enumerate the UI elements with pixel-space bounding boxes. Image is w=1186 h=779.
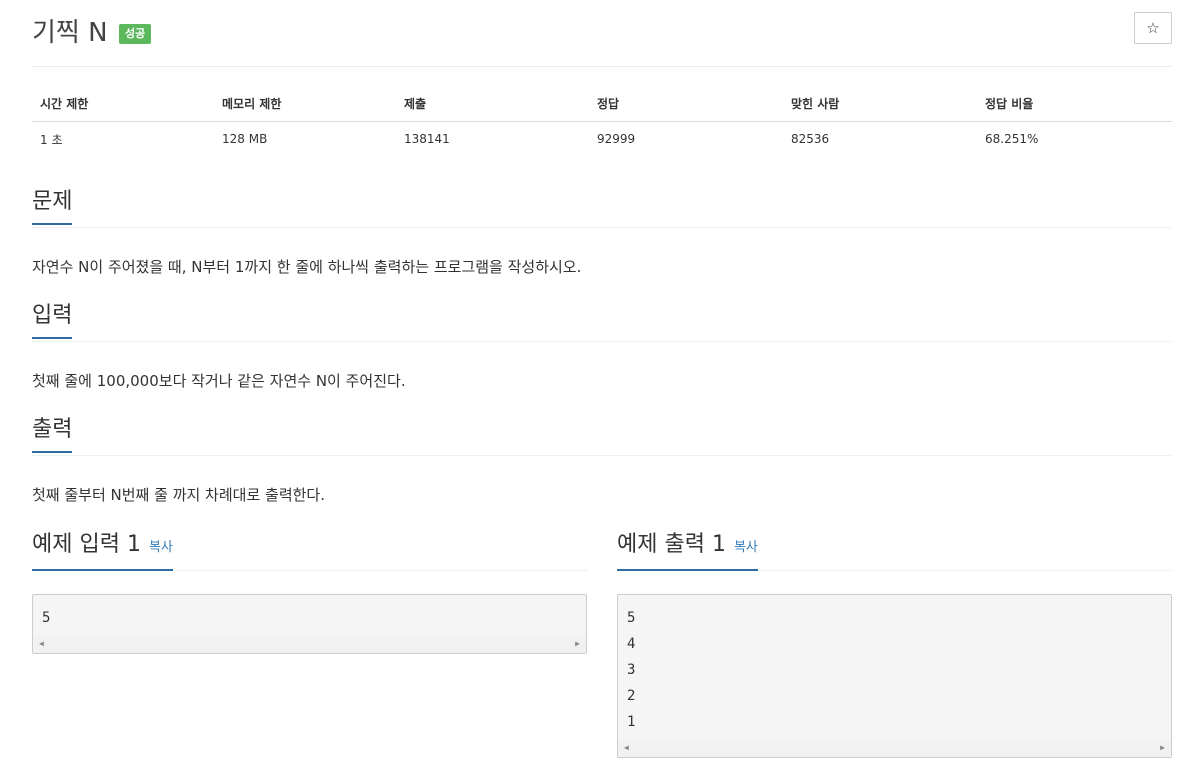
column-header-accepted: 정답 [589,86,783,122]
sample-output-box[interactable]: 5 4 3 2 1 ◀ ▶ [617,594,1172,758]
sample-output-title: 예제 출력 1 [617,532,726,557]
sample-input-box[interactable]: 5 ◀ ▶ [32,594,587,654]
problem-description-heading: 문제 [32,187,73,225]
problem-page: 기찍 N 성공 ☆ 시간 제한 메모리 제한 제출 정답 맞힌 사람 정답 비율… [0,0,1186,779]
problem-description-text: 자연수 N이 주어졌을 때, N부터 1까지 한 줄에 하나씩 출력하는 프로그… [32,258,582,276]
sample-output-line: 5 [627,610,636,626]
horizontal-scrollbar[interactable]: ◀ ▶ [33,636,586,653]
sample-input-copy-button[interactable]: 복사 [149,540,173,555]
sample-output-line: 1 [627,714,636,730]
scroll-right-arrow-icon[interactable]: ▶ [575,639,580,648]
accepted-value: 92999 [597,132,636,146]
scroll-left-arrow-icon[interactable]: ◀ [39,639,44,648]
sample-output-line: 3 [627,662,636,678]
problem-description-header: 문제 [32,187,1172,228]
sample-input-heading: 예제 입력 1 복사 [32,530,173,571]
submissions-value: 138141 [404,132,450,146]
sample-input-content: 5 [33,595,586,631]
favorite-button[interactable]: ☆ [1134,12,1172,44]
column-header-accept-rate: 정답 비율 [977,86,1172,122]
output-description-header: 출력 [32,415,1172,456]
sample-output-line: 2 [627,688,636,704]
time-limit-value: 1 초 [40,132,63,147]
accept-rate-value: 68.251% [985,132,1039,146]
column-header-submissions: 제출 [396,86,589,122]
input-description-text: 첫째 줄에 100,000보다 작거나 같은 자연수 N이 주어진다. [32,372,406,390]
column-header-solved-users: 맞힌 사람 [783,86,977,122]
table-row: 1 초 128 MB 138141 92999 82536 68.251% [32,122,1172,157]
problem-info-table: 시간 제한 메모리 제한 제출 정답 맞힌 사람 정답 비율 1 초 128 M… [32,86,1172,156]
scroll-right-arrow-icon[interactable]: ▶ [1160,743,1165,752]
column-header-time-limit: 시간 제한 [32,86,214,122]
sample-output-copy-button[interactable]: 복사 [734,540,758,555]
sample-input-line: 5 [42,610,51,626]
solved-users-value: 82536 [791,132,830,146]
sample-input-header: 예제 입력 1 복사 [32,530,587,571]
star-icon: ☆ [1146,19,1160,37]
column-header-memory-limit: 메모리 제한 [214,86,396,122]
status-badge: 성공 [119,24,152,44]
sample-output-header: 예제 출력 1 복사 [617,530,1172,571]
sample-output-line: 4 [627,636,636,652]
scroll-left-arrow-icon[interactable]: ◀ [624,743,629,752]
sample-input-title: 예제 입력 1 [32,532,141,557]
sample-output-heading: 예제 출력 1 복사 [617,530,758,571]
output-description-text: 첫째 줄부터 N번째 줄 까지 차례대로 출력한다. [32,486,325,504]
horizontal-scrollbar[interactable]: ◀ ▶ [618,740,1171,757]
problem-title: 기찍 N [32,18,108,48]
input-description-header: 입력 [32,301,1172,342]
problem-header: 기찍 N 성공 ☆ [32,10,1172,67]
memory-limit-value: 128 MB [222,132,268,146]
sample-output-content: 5 4 3 2 1 [618,595,1171,735]
input-description-heading: 입력 [32,301,73,339]
output-description-heading: 출력 [32,415,73,453]
table-header-row: 시간 제한 메모리 제한 제출 정답 맞힌 사람 정답 비율 [32,86,1172,122]
